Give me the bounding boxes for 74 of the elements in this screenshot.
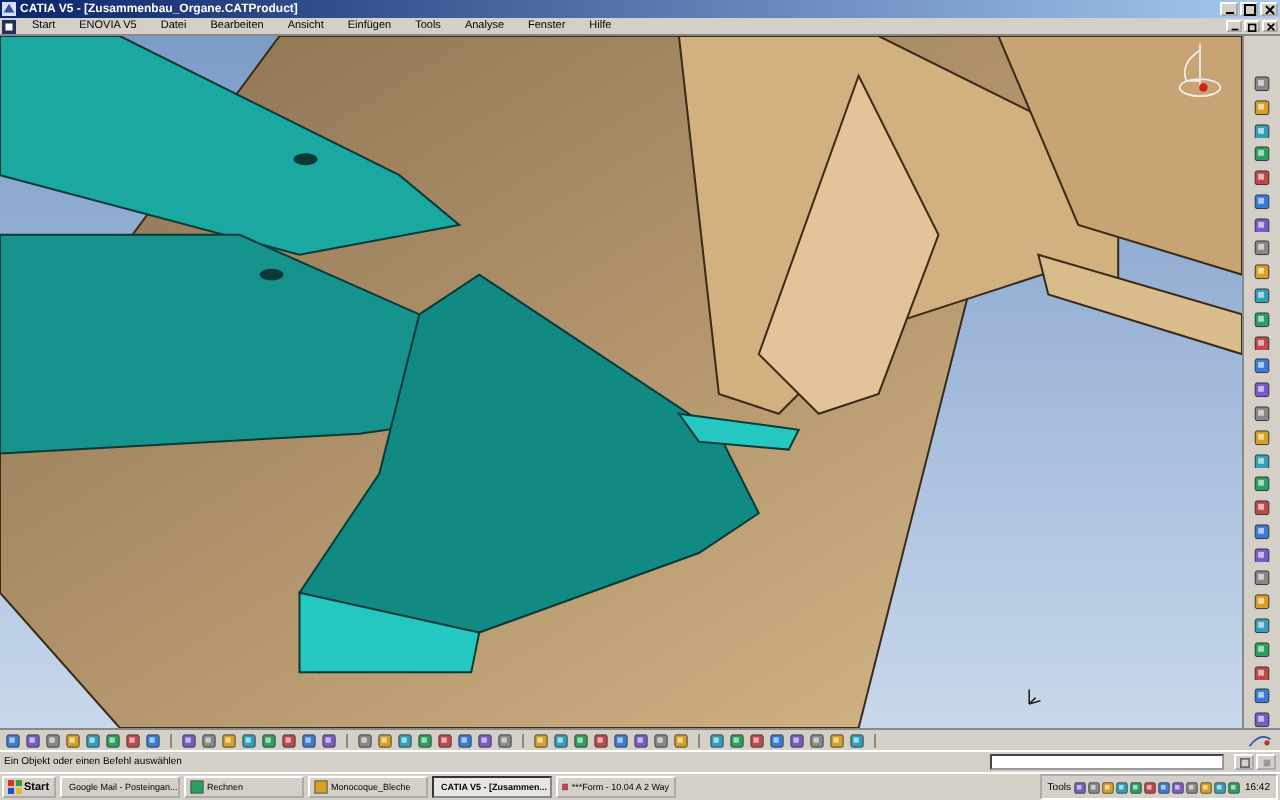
tool-icon[interactable] xyxy=(850,733,864,747)
window-icon xyxy=(189,780,204,794)
tool-icon[interactable] xyxy=(1186,781,1199,793)
tool-icon[interactable] xyxy=(810,733,824,747)
tool-icon[interactable] xyxy=(710,733,724,747)
maximize-button[interactable] xyxy=(1240,2,1258,16)
close-button[interactable] xyxy=(1262,20,1278,32)
tool-icon[interactable] xyxy=(358,733,372,747)
tool-icon[interactable] xyxy=(242,733,256,747)
tool-icon[interactable] xyxy=(1200,781,1213,793)
tool-icon[interactable] xyxy=(498,733,512,747)
tool-icon[interactable] xyxy=(438,733,452,747)
tool-icon[interactable] xyxy=(418,733,432,747)
tool-icon[interactable] xyxy=(106,733,120,747)
tool-icon[interactable] xyxy=(1144,781,1157,793)
tool-icon[interactable] xyxy=(46,733,60,747)
windows-logo-icon xyxy=(8,780,22,794)
tool-icon[interactable] xyxy=(614,733,628,747)
tool-icon[interactable] xyxy=(458,733,472,747)
tool-icon[interactable] xyxy=(262,733,276,747)
tool-icon[interactable] xyxy=(790,733,804,747)
axis-icon xyxy=(1026,684,1042,708)
tool-icon[interactable] xyxy=(126,733,140,747)
tool-icon[interactable] xyxy=(26,733,40,747)
command-input-field[interactable] xyxy=(990,754,1224,770)
tool-icon[interactable] xyxy=(1102,781,1115,793)
tool-icon[interactable] xyxy=(750,733,764,747)
tool-icon[interactable] xyxy=(770,733,784,747)
minimize-button[interactable] xyxy=(1220,2,1238,16)
restore-button[interactable] xyxy=(1244,20,1260,32)
tool-icon[interactable] xyxy=(594,733,608,747)
tool-icon[interactable] xyxy=(86,733,100,747)
close-icon xyxy=(1263,3,1275,15)
tool-icon[interactable] xyxy=(1172,781,1185,793)
tool-icon[interactable] xyxy=(146,733,160,747)
tool-icon[interactable] xyxy=(202,733,216,747)
tool-icon[interactable] xyxy=(1116,781,1129,793)
square-icon xyxy=(1261,757,1271,767)
tool-icon[interactable] xyxy=(534,733,548,747)
window-icon xyxy=(313,780,328,794)
tool-icon[interactable] xyxy=(378,733,392,747)
window-icon xyxy=(561,780,568,794)
tool-icon[interactable] xyxy=(182,733,196,747)
tool-icon[interactable] xyxy=(634,733,648,747)
tool-icon[interactable] xyxy=(654,733,668,747)
tool-icon[interactable] xyxy=(1130,781,1143,793)
tool-icon[interactable] xyxy=(1088,781,1101,793)
tool-icon[interactable] xyxy=(1214,781,1227,793)
tool-icon[interactable] xyxy=(6,733,20,747)
tool-icon[interactable] xyxy=(830,733,844,747)
close-icon xyxy=(1265,21,1275,31)
grid-icon xyxy=(1239,757,1249,767)
document-icon xyxy=(2,19,16,33)
tool-icon[interactable] xyxy=(574,733,588,747)
maximize-icon xyxy=(1243,3,1255,15)
tool-icon[interactable] xyxy=(282,733,296,747)
tool-icon[interactable] xyxy=(222,733,236,747)
tool-icon[interactable] xyxy=(322,733,336,747)
cancel-button[interactable] xyxy=(1256,754,1276,770)
tool-icon[interactable] xyxy=(1228,781,1241,793)
tool-icon[interactable] xyxy=(302,733,316,747)
restore-icon xyxy=(1247,21,1257,31)
tool-icon[interactable] xyxy=(674,733,688,747)
tool-icon[interactable] xyxy=(730,733,744,747)
tool-icon[interactable] xyxy=(554,733,568,747)
tool-icon[interactable] xyxy=(66,733,80,747)
minimize-button[interactable] xyxy=(1226,20,1242,32)
power-input-button[interactable] xyxy=(1234,754,1254,770)
tool-icon[interactable] xyxy=(478,733,492,747)
tool-icon[interactable] xyxy=(1074,781,1087,793)
app-icon xyxy=(2,2,16,16)
tool-icon[interactable] xyxy=(398,733,412,747)
tool-icon[interactable] xyxy=(1158,781,1171,793)
logo-icon xyxy=(1246,731,1274,749)
